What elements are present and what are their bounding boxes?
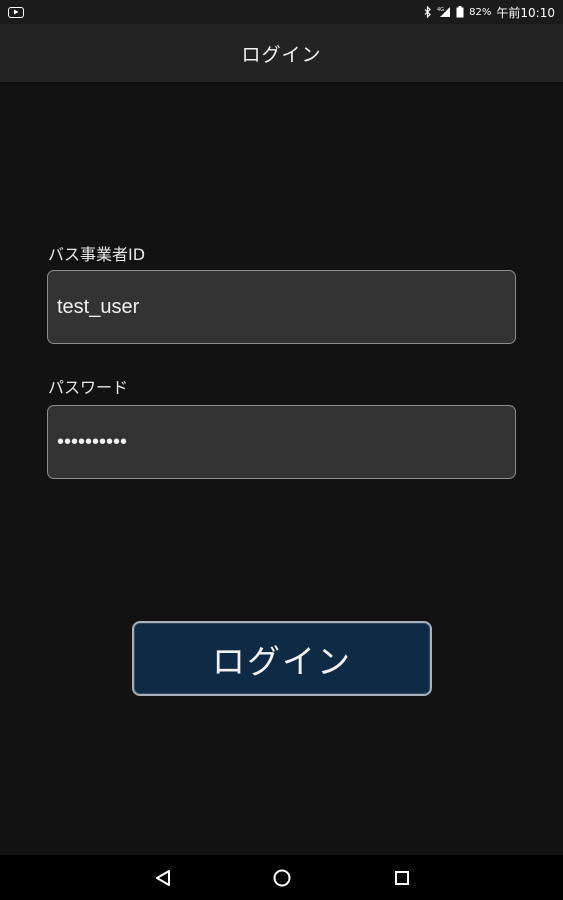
status-bar: 4G 82% 午前10:10 xyxy=(0,0,563,24)
battery-percent: 82% xyxy=(469,6,492,18)
clock: 午前10:10 xyxy=(496,5,555,20)
battery-icon xyxy=(456,6,464,18)
login-button-label: ログイン xyxy=(212,641,352,681)
youtube-icon xyxy=(8,6,24,18)
user-id-input[interactable]: test_user xyxy=(47,270,516,344)
user-id-label: バス事業者ID xyxy=(48,245,146,264)
password-value: •••••••••• xyxy=(57,430,128,453)
bluetooth-icon xyxy=(424,6,432,18)
title-bar: ログイン xyxy=(0,24,563,82)
login-button[interactable]: ログイン xyxy=(132,621,432,696)
recents-icon[interactable] xyxy=(391,867,413,889)
signal-icon: 4G xyxy=(437,6,451,18)
login-screen: 4G 82% 午前10:10 ログイン バス事業者ID test_user パス… xyxy=(0,0,563,900)
page-title: ログイン xyxy=(241,43,322,66)
navigation-bar xyxy=(0,855,563,900)
user-id-value: test_user xyxy=(57,295,140,318)
svg-text:4G: 4G xyxy=(437,7,444,13)
password-label: パスワード xyxy=(48,378,129,397)
back-icon[interactable] xyxy=(152,867,174,889)
home-icon[interactable] xyxy=(271,867,293,889)
password-input[interactable]: •••••••••• xyxy=(47,405,516,479)
